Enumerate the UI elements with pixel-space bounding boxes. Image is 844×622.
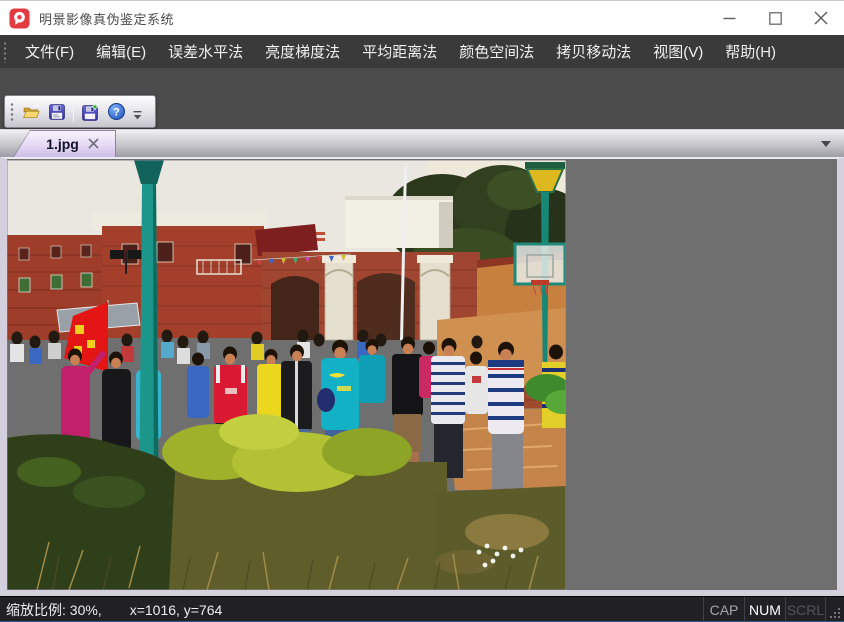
tab-bar: 1.jpg: [0, 129, 844, 157]
minimize-icon: [723, 12, 736, 25]
scroll-lock-indicator: SCRL: [785, 597, 826, 622]
close-icon: [814, 11, 828, 25]
toolbar-separator: [73, 102, 74, 122]
open-file-button[interactable]: [18, 99, 44, 125]
menu-item-help[interactable]: 帮助(H): [714, 35, 787, 68]
close-icon: [88, 138, 99, 149]
maximize-icon: [769, 12, 782, 25]
help-icon: ?: [107, 102, 126, 121]
folder-open-icon: [22, 103, 41, 121]
app-window: 明景影像真伪鉴定系统 文件(F) 编辑(E) 误差水平法 亮度梯度法 平均距离法…: [0, 0, 844, 622]
save-as-button[interactable]: [77, 99, 103, 125]
menu-item-luminance-gradient[interactable]: 亮度梯度法: [254, 35, 351, 68]
caps-lock-indicator: CAP: [703, 597, 744, 622]
menu-item-view[interactable]: 视图(V): [642, 35, 714, 68]
title-bar: 明景影像真伪鉴定系统: [0, 1, 844, 35]
minimize-button[interactable]: [706, 1, 752, 35]
maximize-button[interactable]: [752, 1, 798, 35]
tab-label: 1.jpg: [46, 136, 79, 152]
app-logo-icon: [9, 8, 30, 29]
menubar-grip-icon[interactable]: [2, 41, 8, 63]
menu-item-copy-move[interactable]: 拷贝移动法: [545, 35, 642, 68]
image-viewport[interactable]: [0, 157, 844, 596]
help-button[interactable]: ?: [103, 99, 129, 125]
save-button[interactable]: [44, 99, 70, 125]
tab-list-dropdown-button[interactable]: [821, 141, 831, 147]
menu-item-file[interactable]: 文件(F): [14, 35, 85, 68]
svg-text:?: ?: [113, 106, 120, 118]
menu-item-error-level-analysis[interactable]: 误差水平法: [157, 35, 254, 68]
tool-strip: ?: [0, 68, 844, 129]
menu-item-average-distance[interactable]: 平均距离法: [351, 35, 448, 68]
close-button[interactable]: [798, 1, 844, 35]
toolbar: ?: [4, 95, 156, 128]
chevron-down-icon: [133, 110, 142, 121]
window-resize-grip[interactable]: [826, 597, 844, 622]
menu-item-edit[interactable]: 编辑(E): [85, 35, 157, 68]
tab-close-button[interactable]: [88, 138, 99, 149]
tab-1jpg[interactable]: 1.jpg: [13, 130, 116, 157]
resize-grip-icon: [829, 608, 841, 620]
photo-1jpg[interactable]: [7, 160, 566, 590]
toolbar-grip-icon[interactable]: [9, 102, 15, 122]
save-as-icon: [81, 103, 99, 121]
status-bar: 缩放比例: 30%, x=1016, y=764 CAP NUM SCRL: [0, 596, 844, 622]
menu-bar: 文件(F) 编辑(E) 误差水平法 亮度梯度法 平均距离法 颜色空间法 拷贝移动…: [0, 35, 844, 68]
menu-item-color-space[interactable]: 颜色空间法: [448, 35, 545, 68]
save-icon: [48, 103, 66, 121]
zoom-level-text: 缩放比例: 30%,: [6, 600, 102, 620]
window-title: 明景影像真伪鉴定系统: [39, 9, 174, 28]
toolbar-overflow-button[interactable]: [131, 99, 143, 125]
cursor-coordinates-text: x=1016, y=764: [130, 602, 223, 618]
num-lock-indicator: NUM: [744, 597, 785, 622]
